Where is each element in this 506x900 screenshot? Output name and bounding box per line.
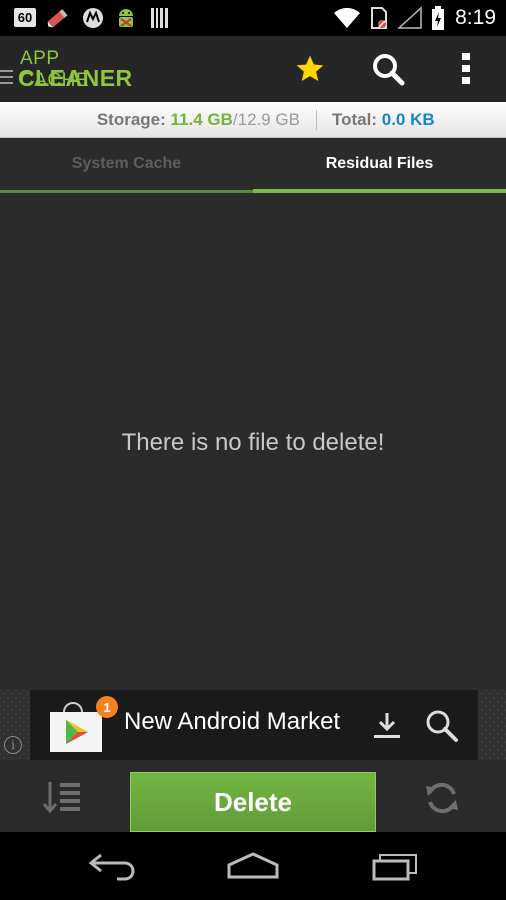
- battery-charging-icon: [428, 0, 448, 36]
- total-info: Total: 0.0 KB: [332, 110, 435, 130]
- ad-title: New Android Market: [124, 708, 341, 735]
- ad-badge: 1: [96, 696, 118, 718]
- star-icon[interactable]: [286, 36, 334, 102]
- logo-line2: CLEANER: [18, 65, 133, 91]
- action-bar: APP CACHE CLEANER: [0, 36, 506, 102]
- overflow-menu-icon[interactable]: [446, 36, 486, 102]
- total-label: Total:: [332, 109, 378, 129]
- clock: 8:19: [455, 6, 496, 29]
- bottom-toolbar: Delete: [0, 760, 506, 832]
- residual-files-panel: There is no file to delete!: [0, 193, 506, 690]
- app-logo[interactable]: APP CACHE CLEANER: [0, 48, 133, 92]
- back-icon[interactable]: [62, 832, 162, 900]
- drawer-menu-icon[interactable]: [0, 70, 13, 88]
- ad-banner: i 1 New Android Market: [0, 690, 506, 760]
- refresh-icon[interactable]: [422, 778, 462, 823]
- tab-bar: System Cache Residual Files: [0, 138, 506, 193]
- barcode-icon: [148, 0, 172, 36]
- sort-icon[interactable]: [40, 780, 82, 821]
- divider: [316, 110, 317, 130]
- tab-system-cache[interactable]: System Cache: [0, 138, 253, 193]
- storage-total: 12.9 GB: [237, 109, 300, 129]
- storage-used: 11.4 GB: [170, 109, 233, 129]
- ad-content[interactable]: 1 New Android Market: [30, 690, 478, 760]
- android-debug-icon: [112, 0, 140, 36]
- motorola-icon: [80, 0, 106, 36]
- notification-pen-icon: [44, 0, 72, 36]
- info-icon[interactable]: i: [4, 736, 22, 754]
- storage-label: Storage:: [96, 109, 166, 129]
- system-nav-bar: [0, 832, 506, 900]
- download-icon[interactable]: [372, 710, 402, 745]
- tab-residual-files[interactable]: Residual Files: [253, 138, 506, 193]
- ad-pattern-right: [478, 690, 506, 760]
- wifi-icon: [332, 0, 362, 36]
- status-bar: 60 8:19: [0, 0, 506, 36]
- home-icon[interactable]: [203, 832, 303, 900]
- storage-info: Storage: 11.4 GB/12.9 GB: [0, 110, 316, 130]
- search-icon[interactable]: [424, 708, 460, 749]
- signal-icon: [396, 0, 424, 36]
- notification-count-badge: 60: [14, 8, 36, 27]
- empty-state-message: There is no file to delete!: [121, 429, 385, 456]
- sim-blocked-icon: [368, 0, 390, 36]
- storage-summary-bar: Storage: 11.4 GB/12.9 GB Total: 0.0 KB: [0, 102, 506, 138]
- recent-apps-icon[interactable]: [345, 832, 445, 900]
- search-icon[interactable]: [364, 36, 412, 102]
- total-value: 0.0 KB: [381, 109, 435, 129]
- delete-button[interactable]: Delete: [130, 772, 376, 832]
